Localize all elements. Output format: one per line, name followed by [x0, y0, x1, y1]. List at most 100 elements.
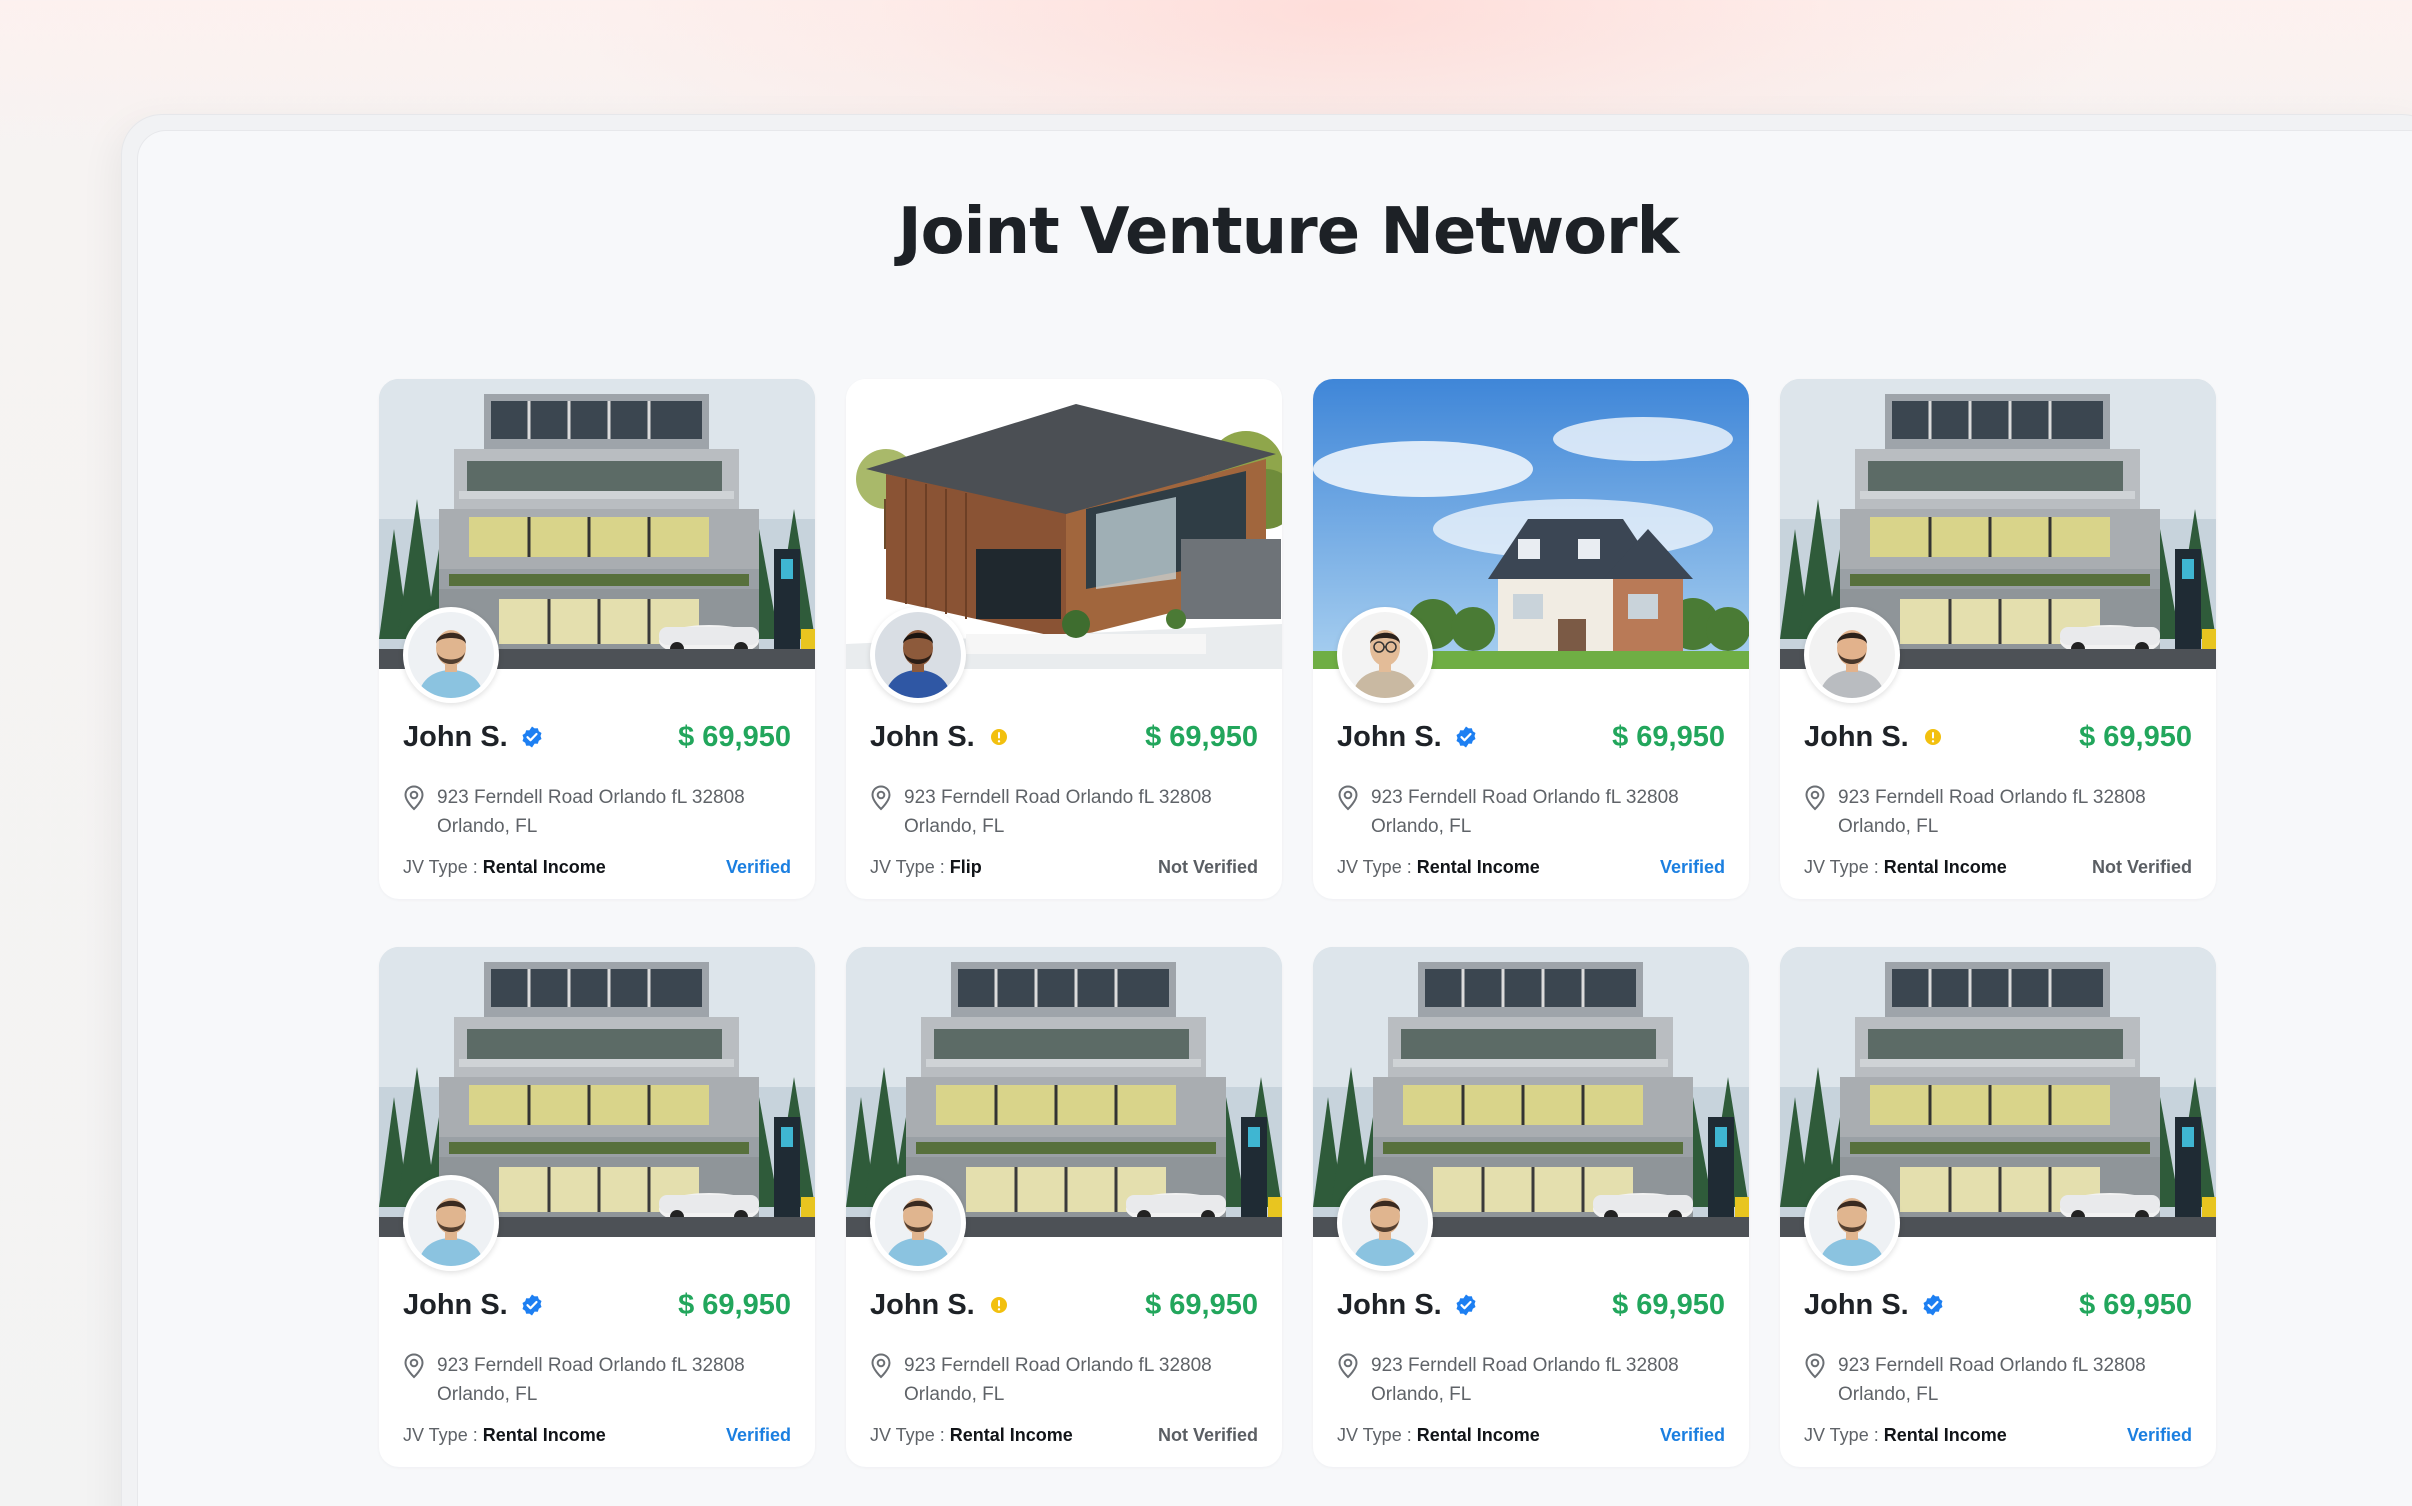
- address-line-1: 923 Ferndell Road Orlando fL 32808: [1838, 1355, 2146, 1376]
- name-group: John S.: [1337, 1289, 1478, 1322]
- card-header-row: John S. $ 69,950: [1337, 717, 1725, 757]
- owner-name[interactable]: John S.: [1804, 1289, 1909, 1322]
- location-pin-icon: [1805, 1353, 1825, 1379]
- jv-type-value: Rental Income: [482, 1425, 606, 1445]
- listing-card[interactable]: John S. $ 69,950 923 Ferndell Road Orlan…: [1313, 947, 1749, 1467]
- name-group: John S.: [1804, 721, 1945, 754]
- owner-name[interactable]: John S.: [870, 721, 975, 754]
- jv-type: JV Type : Rental Income: [403, 857, 606, 878]
- jv-type: JV Type : Rental Income: [1804, 857, 2007, 878]
- address-line-2: Orlando, FL: [437, 816, 538, 837]
- card-header-row: John S. $ 69,950: [1804, 1285, 2192, 1325]
- jv-type-label: JV Type :: [870, 857, 950, 877]
- jv-type-label: JV Type :: [403, 857, 483, 877]
- listing-card[interactable]: John S. $ 69,950 923 Ferndell Road Orlan…: [846, 947, 1282, 1467]
- jv-type-label: JV Type :: [1804, 857, 1884, 877]
- jv-type-value: Rental Income: [1883, 1425, 2007, 1445]
- jv-type-value: Rental Income: [1416, 1425, 1540, 1445]
- address-line-1: 923 Ferndell Road Orlando fL 32808: [437, 1355, 745, 1376]
- owner-name[interactable]: John S.: [1804, 721, 1909, 754]
- address: 923 Ferndell Road Orlando fL 32808 Orlan…: [870, 1351, 1258, 1409]
- address: 923 Ferndell Road Orlando fL 32808 Orlan…: [403, 783, 791, 841]
- verification-status[interactable]: Not Verified: [1158, 1425, 1258, 1446]
- address-line-2: Orlando, FL: [904, 1384, 1005, 1405]
- listing-card[interactable]: John S. $ 69,950 923 Ferndell Road Orlan…: [379, 947, 815, 1467]
- address-line-1: 923 Ferndell Road Orlando fL 32808: [1371, 787, 1679, 808]
- verification-status[interactable]: Verified: [726, 1425, 791, 1446]
- jv-type-label: JV Type :: [870, 1425, 950, 1445]
- owner-name[interactable]: John S.: [1337, 1289, 1442, 1322]
- avatar[interactable]: [1804, 1175, 1900, 1271]
- card-footer-row: JV Type : Rental Income Not Verified: [870, 1425, 1258, 1446]
- address-line-1: 923 Ferndell Road Orlando fL 32808: [1371, 1355, 1679, 1376]
- jv-type: JV Type : Rental Income: [870, 1425, 1073, 1446]
- card-footer-row: JV Type : Rental Income Verified: [1337, 857, 1725, 878]
- price: $ 69,950: [1612, 1288, 1725, 1321]
- verification-status[interactable]: Not Verified: [1158, 857, 1258, 878]
- address: 923 Ferndell Road Orlando fL 32808 Orlan…: [1337, 1351, 1725, 1409]
- location-pin-icon: [1338, 1353, 1358, 1379]
- address: 923 Ferndell Road Orlando fL 32808 Orlan…: [403, 1351, 791, 1409]
- price: $ 69,950: [1145, 720, 1258, 753]
- address-line-1: 923 Ferndell Road Orlando fL 32808: [904, 787, 1212, 808]
- owner-name[interactable]: John S.: [403, 1289, 508, 1322]
- location-pin-icon: [871, 1353, 891, 1379]
- name-group: John S.: [1337, 721, 1478, 754]
- owner-name[interactable]: John S.: [403, 721, 508, 754]
- name-group: John S.: [403, 721, 544, 754]
- verified-badge-icon: [520, 725, 544, 749]
- address-line-2: Orlando, FL: [904, 816, 1005, 837]
- avatar[interactable]: [403, 607, 499, 703]
- listing-card[interactable]: John S. $ 69,950 923 Ferndell Road Orlan…: [846, 379, 1282, 899]
- avatar[interactable]: [1804, 607, 1900, 703]
- card-header-row: John S. $ 69,950: [403, 717, 791, 757]
- price: $ 69,950: [1145, 1288, 1258, 1321]
- jv-type-value: Flip: [949, 857, 982, 877]
- address-line-2: Orlando, FL: [437, 1384, 538, 1405]
- card-footer-row: JV Type : Flip Not Verified: [870, 857, 1258, 878]
- owner-name[interactable]: John S.: [870, 1289, 975, 1322]
- verification-status[interactable]: Not Verified: [2092, 857, 2192, 878]
- card-footer-row: JV Type : Rental Income Verified: [403, 857, 791, 878]
- listing-card[interactable]: John S. $ 69,950 923 Ferndell Road Orlan…: [1780, 947, 2216, 1467]
- jv-type-label: JV Type :: [1337, 1425, 1417, 1445]
- avatar[interactable]: [1337, 607, 1433, 703]
- address-line-2: Orlando, FL: [1371, 816, 1472, 837]
- address: 923 Ferndell Road Orlando fL 32808 Orlan…: [870, 783, 1258, 841]
- address: 923 Ferndell Road Orlando fL 32808 Orlan…: [1337, 783, 1725, 841]
- verification-status[interactable]: Verified: [1660, 1425, 1725, 1446]
- address-line-2: Orlando, FL: [1371, 1384, 1472, 1405]
- avatar[interactable]: [403, 1175, 499, 1271]
- jv-type-label: JV Type :: [1337, 857, 1417, 877]
- listing-card[interactable]: John S. $ 69,950 923 Ferndell Road Orlan…: [1780, 379, 2216, 899]
- avatar[interactable]: [870, 1175, 966, 1271]
- card-footer-row: JV Type : Rental Income Not Verified: [1804, 857, 2192, 878]
- owner-name[interactable]: John S.: [1337, 721, 1442, 754]
- location-pin-icon: [1805, 785, 1825, 811]
- address: 923 Ferndell Road Orlando fL 32808 Orlan…: [1804, 1351, 2192, 1409]
- verification-status[interactable]: Verified: [1660, 857, 1725, 878]
- name-group: John S.: [1804, 1289, 1945, 1322]
- listing-card[interactable]: John S. $ 69,950 923 Ferndell Road Orlan…: [1313, 379, 1749, 899]
- listing-grid: John S. $ 69,950 923 Ferndell Road Orlan…: [379, 379, 2216, 1467]
- location-pin-icon: [871, 785, 891, 811]
- jv-type: JV Type : Rental Income: [1337, 1425, 1540, 1446]
- card-header-row: John S. $ 69,950: [870, 1285, 1258, 1325]
- name-group: John S.: [870, 721, 1011, 754]
- address-line-1: 923 Ferndell Road Orlando fL 32808: [1838, 787, 2146, 808]
- avatar[interactable]: [870, 607, 966, 703]
- pending-badge-icon: [1921, 725, 1945, 749]
- verification-status[interactable]: Verified: [2127, 1425, 2192, 1446]
- name-group: John S.: [870, 1289, 1011, 1322]
- verified-badge-icon: [1454, 725, 1478, 749]
- verified-badge-icon: [520, 1293, 544, 1317]
- verification-status[interactable]: Verified: [726, 857, 791, 878]
- jv-type: JV Type : Rental Income: [1804, 1425, 2007, 1446]
- jv-type-value: Rental Income: [482, 857, 606, 877]
- jv-type-label: JV Type :: [1804, 1425, 1884, 1445]
- jv-type-label: JV Type :: [403, 1425, 483, 1445]
- avatar[interactable]: [1337, 1175, 1433, 1271]
- listing-card[interactable]: John S. $ 69,950 923 Ferndell Road Orlan…: [379, 379, 815, 899]
- app-window: Joint Venture Network John S. $ 69,950 9…: [138, 131, 2412, 1506]
- location-pin-icon: [404, 785, 424, 811]
